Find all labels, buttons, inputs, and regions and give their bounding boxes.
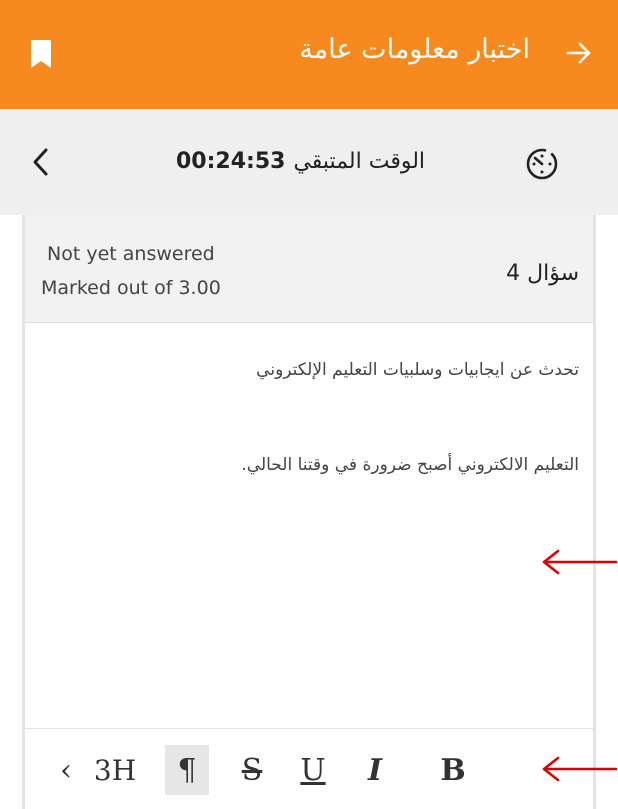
annotation-arrow-toolbar — [542, 756, 618, 782]
underline-button[interactable]: U — [291, 745, 335, 795]
chevron-left-icon[interactable] — [30, 145, 52, 179]
question-header: Not yet answered Marked out of 3.00 سؤال… — [25, 215, 593, 323]
editor-toolbar: ‹ 3H ¶ S U I B — [25, 731, 593, 809]
annotation-arrow-answer — [542, 549, 618, 575]
time-remaining: 00:24:53 الوقت المتبقي — [176, 149, 425, 174]
arrow-right-icon[interactable] — [564, 38, 594, 68]
bold-button[interactable]: B — [431, 745, 475, 795]
time-value: 00:24:53 — [176, 149, 286, 174]
page-title: اختبار معلومات عامة — [299, 34, 530, 65]
question-marks: Marked out of 3.00 — [41, 277, 221, 299]
bookmark-icon[interactable] — [31, 40, 51, 68]
strikethrough-button[interactable]: S — [230, 745, 274, 795]
question-status: Not yet answered Marked out of 3.00 — [41, 237, 221, 305]
toolbar-divider — [25, 728, 593, 729]
paragraph-button[interactable]: ¶ — [165, 745, 209, 795]
time-label: الوقت المتبقي — [293, 149, 426, 174]
answer-status: Not yet answered — [47, 243, 215, 265]
timer-icon[interactable] — [522, 143, 562, 183]
toolbar-prev-button[interactable]: ‹ — [51, 745, 81, 795]
answer-editor[interactable]: التعليم الالكتروني أصبح ضرورة في وقتنا ا… — [241, 455, 579, 475]
app-bar: اختبار معلومات عامة — [0, 0, 618, 109]
question-panel: Not yet answered Marked out of 3.00 سؤال… — [22, 215, 596, 809]
timer-bar: 00:24:53 الوقت المتبقي — [0, 109, 618, 215]
heading-button[interactable]: 3H — [93, 745, 137, 795]
question-number: سؤال 4 — [506, 261, 579, 286]
italic-button[interactable]: I — [353, 745, 397, 795]
question-text: تحدث عن ايجابيات وسلبيات التعليم الإلكتر… — [256, 360, 579, 380]
